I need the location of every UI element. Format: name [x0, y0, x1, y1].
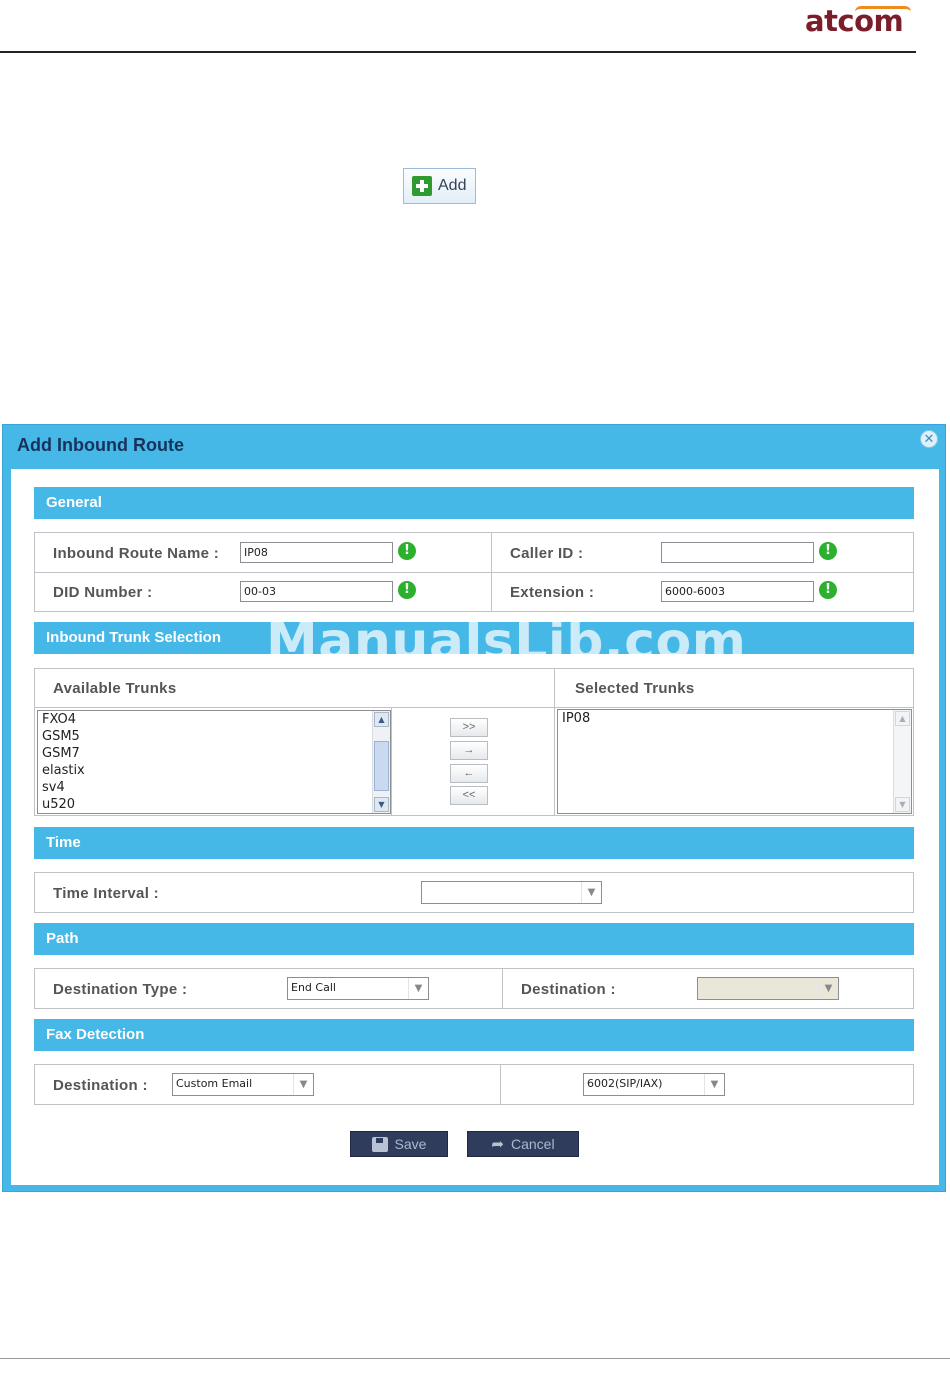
- valid-icon: !: [398, 581, 416, 599]
- forward-arrow-icon: ➦: [491, 1136, 504, 1153]
- selected-trunks-label: Selected Trunks: [575, 680, 695, 697]
- chevron-down-icon: ▼: [818, 978, 838, 999]
- row-divider: [35, 707, 913, 708]
- header-divider: [0, 51, 916, 53]
- plus-icon: [412, 176, 432, 196]
- column-divider: [500, 1065, 501, 1104]
- column-divider: [502, 969, 503, 1008]
- move-right-button[interactable]: →: [450, 741, 488, 760]
- chevron-down-icon: ▼: [293, 1074, 313, 1095]
- time-form: Time Interval : ▼: [34, 872, 914, 913]
- extension-label: Extension :: [510, 584, 595, 601]
- scroll-down-icon[interactable]: ▼: [895, 797, 910, 812]
- section-time: Time: [34, 827, 914, 859]
- save-button[interactable]: Save: [350, 1131, 448, 1157]
- scrollbar[interactable]: ▲ ▼: [372, 711, 390, 813]
- list-item[interactable]: sv4: [38, 779, 390, 796]
- selected-trunks-list[interactable]: IP08 ▲ ▼: [557, 709, 912, 814]
- caller-id-input[interactable]: [661, 542, 814, 563]
- time-interval-select[interactable]: ▼: [421, 881, 602, 904]
- fax-form: Destination : Custom Email ▼ 6002(SIP/IA…: [34, 1064, 914, 1105]
- close-icon[interactable]: ✕: [920, 430, 938, 448]
- route-name-label: Inbound Route Name :: [53, 545, 219, 562]
- logo-text: atcom: [805, 4, 904, 38]
- available-trunks-list[interactable]: FXO4 GSM5 GSM7 elastix sv4 u520 ▲ ▼: [37, 710, 391, 814]
- select-value: Custom Email: [176, 1077, 253, 1090]
- cancel-button-label: Cancel: [510, 1136, 555, 1152]
- section-general: General: [34, 487, 914, 519]
- list-item[interactable]: GSM7: [38, 745, 390, 762]
- select-value: End Call: [291, 981, 336, 994]
- destination-label: Destination :: [521, 981, 616, 998]
- add-button[interactable]: Add: [403, 168, 476, 204]
- valid-icon: !: [398, 542, 416, 560]
- row-divider: [35, 572, 913, 573]
- fax-destination-label: Destination :: [53, 1077, 148, 1094]
- fax-target-select[interactable]: 6002(SIP/IAX) ▼: [583, 1073, 725, 1096]
- list-item[interactable]: IP08: [558, 710, 911, 727]
- list-item[interactable]: GSM5: [38, 728, 390, 745]
- valid-icon: !: [819, 581, 837, 599]
- column-divider: [554, 669, 555, 815]
- section-path: Path: [34, 923, 914, 955]
- destination-type-select[interactable]: End Call ▼: [287, 977, 429, 1000]
- did-number-label: DID Number :: [53, 584, 153, 601]
- path-form: Destination Type : End Call ▼ Destinatio…: [34, 968, 914, 1009]
- route-name-input[interactable]: IP08: [240, 542, 393, 563]
- list-item[interactable]: elastix: [38, 762, 390, 779]
- floppy-disk-icon: [371, 1136, 388, 1152]
- destination-select[interactable]: ▼: [697, 977, 839, 1000]
- caller-id-label: Caller ID :: [510, 545, 584, 562]
- footer-divider: [0, 1358, 950, 1359]
- dialog-title: Add Inbound Route: [17, 435, 184, 455]
- move-all-right-button[interactable]: >>: [450, 718, 488, 737]
- extension-input[interactable]: 6000-6003: [661, 581, 814, 602]
- destination-type-label: Destination Type :: [53, 981, 188, 998]
- save-button-label: Save: [394, 1136, 427, 1152]
- section-fax-detection: Fax Detection: [34, 1019, 914, 1051]
- cancel-button[interactable]: ➦ Cancel: [467, 1131, 579, 1157]
- move-left-button[interactable]: ←: [450, 764, 488, 783]
- available-trunks-label: Available Trunks: [53, 680, 177, 697]
- fax-destination-select[interactable]: Custom Email ▼: [172, 1073, 314, 1096]
- chevron-down-icon: ▼: [581, 882, 601, 903]
- list-item[interactable]: FXO4: [38, 711, 390, 728]
- column-divider: [391, 707, 392, 815]
- valid-icon: !: [819, 542, 837, 560]
- scroll-up-icon[interactable]: ▲: [374, 712, 389, 727]
- trunk-selection-panel: Available Trunks Selected Trunks FXO4 GS…: [34, 668, 914, 816]
- select-value: 6002(SIP/IAX): [587, 1077, 663, 1090]
- chevron-down-icon: ▼: [408, 978, 428, 999]
- add-button-label: Add: [438, 177, 467, 194]
- scrollbar[interactable]: ▲ ▼: [893, 710, 911, 813]
- time-interval-label: Time Interval :: [53, 885, 159, 902]
- list-item[interactable]: u520: [38, 796, 390, 813]
- atcom-logo: atcom: [795, 2, 915, 42]
- chevron-down-icon: ▼: [704, 1074, 724, 1095]
- general-form: Inbound Route Name : IP08 ! Caller ID : …: [34, 532, 914, 612]
- section-inbound-trunk-selection: Inbound Trunk Selection: [34, 622, 914, 654]
- scroll-thumb[interactable]: [374, 741, 389, 791]
- column-divider: [491, 533, 492, 611]
- scroll-down-icon[interactable]: ▼: [374, 797, 389, 812]
- scroll-up-icon[interactable]: ▲: [895, 711, 910, 726]
- did-number-input[interactable]: 00-03: [240, 581, 393, 602]
- move-all-left-button[interactable]: <<: [450, 786, 488, 805]
